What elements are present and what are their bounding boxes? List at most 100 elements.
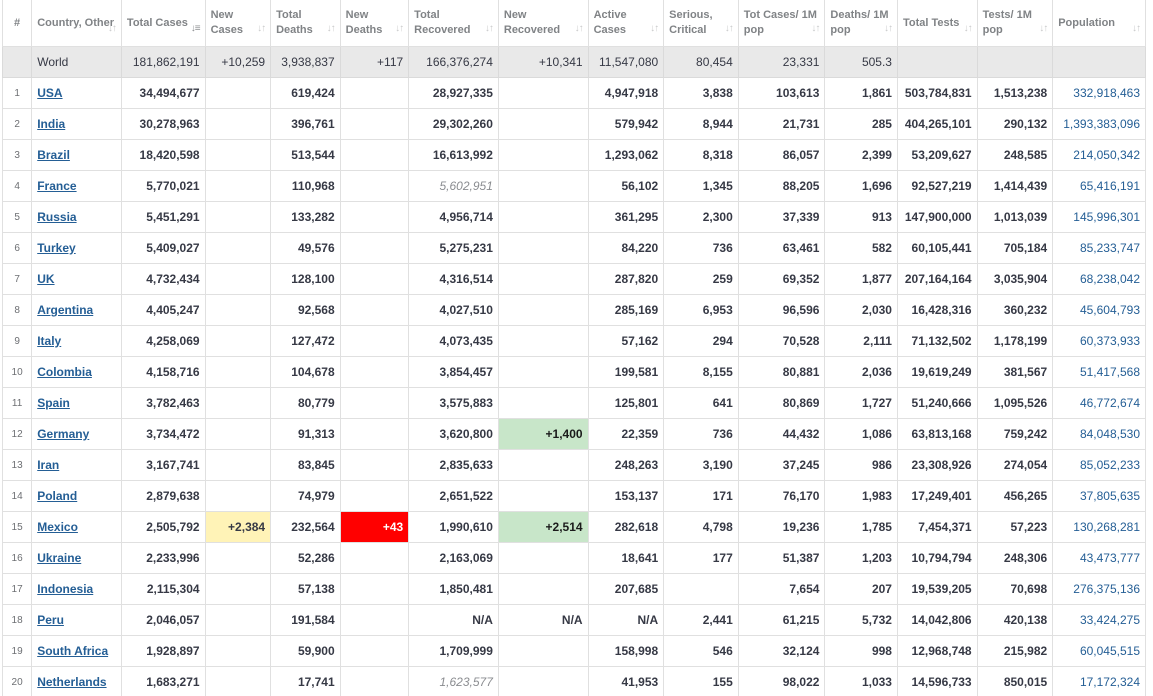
sort-arrows-icon[interactable]: ↓↑ (884, 21, 893, 36)
covid-stats-table: # Country, Other ↓↑ Total Cases ↓≡ New Cases ↓… (1, 0, 1146, 696)
tests-per-m-cell: 705,184 (976, 232, 1054, 264)
population-cell: 130,268,281 (1052, 511, 1146, 543)
table-body: World 181,862,191 +10,259 3,938,837 +117 166,… (1, 46, 1146, 696)
sort-arrows-icon[interactable]: ↓↑ (964, 21, 973, 36)
country-cell: Peru (31, 604, 122, 636)
world-tests-per-m (976, 46, 1054, 78)
deaths-per-m-cell: 1,033 (824, 666, 898, 696)
total-deaths-cell: 110,968 (270, 170, 341, 202)
sort-arrows-icon[interactable]: ↓≡ (191, 21, 201, 36)
row-index: 14 (1, 480, 33, 512)
country-link[interactable]: Turkey (37, 241, 75, 255)
new-recovered-cell: +1,400 (497, 418, 589, 450)
tests-per-m-cell: 456,265 (976, 480, 1054, 512)
sort-arrows-icon[interactable]: ↓↑ (650, 21, 659, 36)
country-link[interactable]: USA (37, 86, 62, 100)
total-recovered-cell: 4,316,514 (408, 263, 499, 295)
sort-arrows-icon[interactable]: ↓↑ (485, 21, 494, 36)
population-cell: 85,052,233 (1052, 449, 1146, 481)
sort-arrows-icon[interactable]: ↓↑ (811, 21, 820, 36)
serious-cell: 546 (663, 635, 739, 667)
table-row: 11 Spain 3,782,463 80,779 3,575,883 125,801 64… (1, 387, 1146, 419)
cases-per-m-cell: 63,461 (737, 232, 826, 264)
sort-arrows-icon[interactable]: ↓↑ (1132, 21, 1141, 36)
row-index: 6 (1, 232, 33, 264)
sort-arrows-icon[interactable]: ↓↑ (327, 21, 336, 36)
country-link[interactable]: France (37, 179, 76, 193)
tests-per-m-cell: 1,095,526 (976, 387, 1054, 419)
serious-cell: 294 (663, 325, 739, 357)
total-cases-cell: 3,782,463 (120, 387, 206, 419)
sort-arrows-icon[interactable]: ↓↑ (725, 21, 734, 36)
column-header-active-cases[interactable]: Active Cases ↓↑ (587, 0, 665, 47)
total-tests-cell: 207,164,164 (896, 263, 978, 295)
tests-per-m-cell: 1,013,039 (976, 201, 1054, 233)
column-header-idx: # (1, 0, 33, 47)
country-link[interactable]: South Africa (37, 644, 108, 658)
column-header-tests-per-m[interactable]: Tests/ 1M pop ↓↑ (976, 0, 1054, 47)
country-link[interactable]: Colombia (37, 365, 92, 379)
column-header-total-deaths[interactable]: Total Deaths ↓↑ (270, 0, 341, 47)
sort-arrows-icon[interactable]: ↓↑ (575, 21, 584, 36)
new-deaths-cell (339, 666, 410, 696)
country-link[interactable]: Poland (37, 489, 77, 503)
country-cell: Germany (31, 418, 122, 450)
column-header-new-recovered[interactable]: New Recovered ↓↑ (497, 0, 589, 47)
country-link[interactable]: Brazil (37, 148, 70, 162)
country-link[interactable]: Netherlands (37, 675, 106, 689)
country-cell: Ukraine (31, 542, 122, 574)
new-deaths-cell (339, 635, 410, 667)
column-header-new-deaths[interactable]: New Deaths ↓↑ (339, 0, 410, 47)
country-link[interactable]: Italy (37, 334, 61, 348)
serious-cell: 1,345 (663, 170, 739, 202)
new-cases-cell (204, 108, 272, 140)
serious-cell: 6,953 (663, 294, 739, 326)
column-header-country[interactable]: Country, Other ↓↑ (31, 0, 122, 47)
column-header-deaths-per-m[interactable]: Deaths/ 1M pop ↓↑ (824, 0, 898, 47)
sort-arrows-icon[interactable]: ↓↑ (1039, 21, 1048, 36)
active-cases-cell: 282,618 (587, 511, 665, 543)
country-link[interactable]: Russia (37, 210, 76, 224)
column-header-label: Serious, Critical (669, 9, 713, 36)
deaths-per-m-cell: 2,036 (824, 356, 898, 388)
active-cases-cell: 57,162 (587, 325, 665, 357)
serious-cell: 155 (663, 666, 739, 696)
sort-arrows-icon[interactable]: ↓↑ (395, 21, 404, 36)
world-total-deaths: 3,938,837 (270, 46, 341, 78)
table-row: 12 Germany 3,734,472 91,313 3,620,800 +1,400 2… (1, 418, 1146, 450)
country-link[interactable]: Peru (37, 613, 64, 627)
active-cases-cell: 153,137 (587, 480, 665, 512)
column-header-total-recovered[interactable]: Total Recovered ↓↑ (408, 0, 499, 47)
table-row: 4 France 5,770,021 110,968 5,602,951 56,102 1,… (1, 170, 1146, 202)
column-header-population[interactable]: Population ↓↑ (1052, 0, 1146, 47)
column-header-label: Total Deaths (276, 9, 313, 36)
column-header-total-tests[interactable]: Total Tests ↓↑ (896, 0, 978, 47)
row-index: 19 (1, 635, 33, 667)
country-link[interactable]: Spain (37, 396, 70, 410)
population-cell: 1,393,383,096 (1052, 108, 1146, 140)
country-link[interactable]: Iran (37, 458, 59, 472)
tests-per-m-cell: 759,242 (976, 418, 1054, 450)
column-header-serious[interactable]: Serious, Critical ↓↑ (663, 0, 739, 47)
country-link[interactable]: Argentina (37, 303, 93, 317)
country-link[interactable]: Indonesia (37, 582, 93, 596)
column-header-cases-per-m[interactable]: Tot Cases/ 1M pop ↓↑ (737, 0, 826, 47)
country-link[interactable]: Mexico (37, 520, 78, 534)
cases-per-m-cell: 37,245 (737, 449, 826, 481)
sort-arrows-icon[interactable]: ↓↑ (257, 21, 266, 36)
total-tests-cell: 53,209,627 (896, 139, 978, 171)
country-link[interactable]: India (37, 117, 65, 131)
country-link[interactable]: Germany (37, 427, 89, 441)
country-link[interactable]: Ukraine (37, 551, 81, 565)
tests-per-m-cell: 1,178,199 (976, 325, 1054, 357)
new-deaths-cell (339, 263, 410, 295)
country-link[interactable]: UK (37, 272, 54, 286)
column-header-total-cases[interactable]: Total Cases ↓≡ (120, 0, 206, 47)
sort-arrows-icon[interactable]: ↓↑ (108, 21, 117, 36)
cases-per-m-cell: 70,528 (737, 325, 826, 357)
new-cases-cell (204, 263, 272, 295)
column-header-new-cases[interactable]: New Cases ↓↑ (204, 0, 272, 47)
column-header-label: # (14, 16, 21, 29)
total-deaths-cell: 232,564 (270, 511, 341, 543)
total-recovered-cell: 3,575,883 (408, 387, 499, 419)
